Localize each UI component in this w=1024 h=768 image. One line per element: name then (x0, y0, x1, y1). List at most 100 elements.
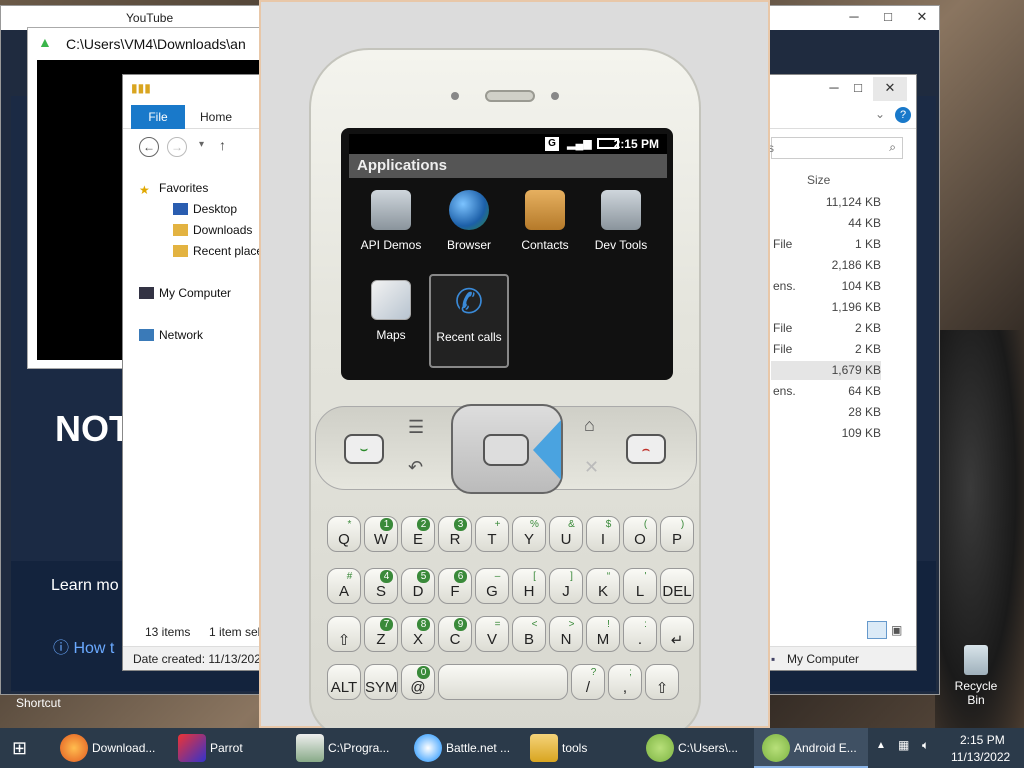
tree-recent-places[interactable]: Recent place (173, 244, 263, 258)
key[interactable]: G – (475, 568, 509, 604)
help-icon[interactable]: ? (895, 107, 911, 123)
tree-downloads[interactable]: Downloads (173, 223, 252, 237)
key[interactable]: L ' (623, 568, 657, 604)
key[interactable]: U & (549, 516, 583, 552)
search-key-icon[interactable]: ✕ (584, 457, 599, 478)
key[interactable]: N > (549, 616, 583, 652)
key[interactable]: .: (623, 616, 657, 652)
details-view-icon[interactable] (867, 621, 887, 639)
home-icon[interactable]: ⌂ (584, 415, 595, 436)
key[interactable]: ALT (327, 664, 361, 700)
close-icon[interactable]: ✕ (905, 6, 939, 30)
clock-time[interactable]: 2:15 PM (960, 733, 1005, 747)
key[interactable]: F6 (438, 568, 472, 604)
key-label: V (486, 631, 497, 648)
key[interactable]: O( (623, 516, 657, 552)
key-label: J (562, 583, 570, 600)
key-alt-label: 0 (417, 666, 430, 679)
key-label: E (412, 531, 423, 548)
search-input[interactable]: s ⌕ (768, 137, 903, 159)
tree-desktop[interactable]: Desktop (173, 202, 237, 216)
key[interactable]: DEL (660, 568, 694, 604)
dpad-center-button[interactable] (483, 434, 529, 466)
key[interactable]: A # (327, 568, 361, 604)
close-icon[interactable]: ✕ (873, 77, 907, 101)
app-dev-tools[interactable]: Dev Tools (583, 184, 659, 272)
key[interactable]: E2 (401, 516, 435, 552)
key[interactable]: ↵ (660, 616, 694, 652)
key[interactable]: /? (571, 664, 605, 700)
taskbar-item[interactable]: Download... (52, 728, 166, 768)
clock-date[interactable]: 11/13/2022 (951, 750, 1010, 764)
back-arrow-icon[interactable]: ← (139, 137, 159, 157)
key[interactable]: K “ (586, 568, 620, 604)
key[interactable]: ,; (608, 664, 642, 700)
key[interactable] (438, 664, 568, 700)
app-label: Recent calls (436, 330, 502, 344)
key[interactable]: R3 (438, 516, 472, 552)
key[interactable]: D5 (401, 568, 435, 604)
browser-tab-title[interactable]: YouTube (126, 11, 173, 25)
key[interactable]: T + (475, 516, 509, 552)
maximize-icon[interactable]: □ (871, 6, 905, 30)
key[interactable]: SYM (364, 664, 398, 700)
key[interactable]: ⇧ (327, 616, 361, 652)
directional-pad[interactable] (451, 404, 563, 494)
type-cell: File (773, 342, 793, 356)
taskbar-item[interactable]: C:\Users\... (638, 728, 752, 768)
chevron-down-icon[interactable]: ⌄ (875, 107, 885, 121)
app-recent-calls[interactable]: ✆ Recent calls (429, 274, 509, 368)
key[interactable]: Z7 (364, 616, 398, 652)
call-button[interactable]: ⌣ (344, 434, 384, 464)
key[interactable]: V = (475, 616, 509, 652)
taskbar-item[interactable]: C:\Progra... (288, 728, 402, 768)
taskbar-item[interactable]: Battle.net ... (406, 728, 520, 768)
how-to-link[interactable]: ⓘ How t (53, 634, 114, 658)
key[interactable]: C9 (438, 616, 472, 652)
taskbar-item[interactable]: tools (522, 728, 636, 768)
desktop-shortcut-label[interactable]: Shortcut (16, 696, 61, 710)
learn-more-link[interactable]: Learn mo (51, 577, 119, 595)
volume-icon[interactable]: 🔈︎ (922, 738, 929, 753)
dpad-right-arrow[interactable] (533, 420, 561, 480)
maximize-icon[interactable]: □ (841, 77, 875, 101)
size-column-header[interactable]: Size (807, 173, 830, 187)
recent-locations-icon[interactable]: ▾ (199, 139, 204, 150)
tab-home[interactable]: Home (193, 105, 239, 129)
minimize-icon[interactable]: ─ (837, 6, 871, 30)
key[interactable]: I $ (586, 516, 620, 552)
key[interactable]: W1 (364, 516, 398, 552)
show-hidden-icons[interactable]: ▲ (876, 740, 886, 751)
forward-arrow-icon[interactable]: → (167, 137, 187, 157)
start-button[interactable]: ⊞ (0, 728, 50, 768)
app-browser[interactable]: Browser (431, 184, 507, 272)
phone-screen[interactable]: G ▂▄▆ 2:15 PM Applications API Demos Bro… (349, 134, 667, 370)
key[interactable]: X8 (401, 616, 435, 652)
up-arrow-icon[interactable]: ↑ (219, 137, 226, 153)
tree-my-computer[interactable]: My Computer (139, 286, 231, 300)
end-call-button[interactable]: ⌢ (626, 434, 666, 464)
large-icons-view-icon[interactable]: ▣ (891, 623, 902, 637)
app-api-demos[interactable]: API Demos (353, 184, 429, 272)
key[interactable]: P) (660, 516, 694, 552)
tab-file[interactable]: File (131, 105, 185, 129)
key[interactable]: M! (586, 616, 620, 652)
key[interactable]: H[ (512, 568, 546, 604)
network-tray-icon[interactable]: ▦ (898, 738, 909, 752)
key[interactable]: J] (549, 568, 583, 604)
key[interactable]: @0 (401, 664, 435, 700)
recycle-bin[interactable]: Recycle Bin (945, 645, 1007, 707)
key[interactable]: ⇧ (645, 664, 679, 700)
tree-network[interactable]: Network (139, 328, 203, 342)
taskbar-item[interactable]: Parrot (170, 728, 284, 768)
app-maps[interactable]: Maps (353, 274, 429, 362)
key[interactable]: Y% (512, 516, 546, 552)
back-icon[interactable]: ↶ (408, 457, 423, 478)
tree-favorites[interactable]: ★ Favorites (139, 181, 208, 197)
key[interactable]: B < (512, 616, 546, 652)
key[interactable]: Q * (327, 516, 361, 552)
taskbar-item[interactable]: Android E... (754, 728, 868, 768)
menu-icon[interactable]: ☰ (408, 417, 424, 438)
app-contacts[interactable]: Contacts (507, 184, 583, 272)
key[interactable]: S4 (364, 568, 398, 604)
